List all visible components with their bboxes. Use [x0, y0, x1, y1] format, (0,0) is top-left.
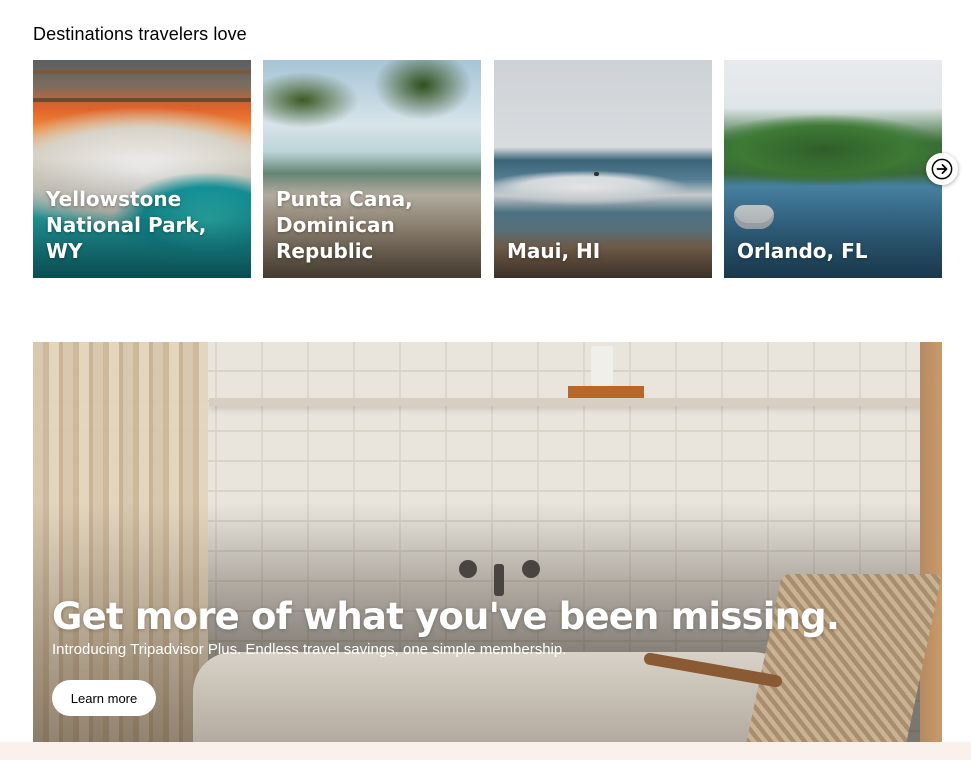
destination-card-maui[interactable]: Maui, HI	[494, 60, 712, 278]
destination-card-punta-cana[interactable]: Punta Cana, Dominican Republic	[263, 60, 481, 278]
destination-label: Punta Cana, Dominican Republic	[276, 187, 413, 263]
destination-label: Yellowstone National Park, WY	[46, 187, 207, 263]
promo-banner: Get more of what you've been missing. In…	[33, 342, 942, 742]
promo-headline: Get more of what you've been missing.	[52, 595, 840, 638]
destination-card-yellowstone[interactable]: Yellowstone National Park, WY	[33, 60, 251, 278]
destination-card-orlando[interactable]: Orlando, FL	[724, 60, 942, 278]
learn-more-button[interactable]: Learn more	[52, 680, 156, 716]
carousel-next-button[interactable]	[926, 153, 958, 185]
promo-subline: Introducing Tripadvisor Plus. Endless tr…	[52, 641, 567, 658]
arrow-right-icon	[931, 158, 953, 180]
footer-band	[0, 742, 971, 760]
section-title: Destinations travelers love	[33, 24, 247, 44]
destination-label: Orlando, FL	[737, 239, 868, 263]
destination-label: Maui, HI	[507, 239, 601, 263]
